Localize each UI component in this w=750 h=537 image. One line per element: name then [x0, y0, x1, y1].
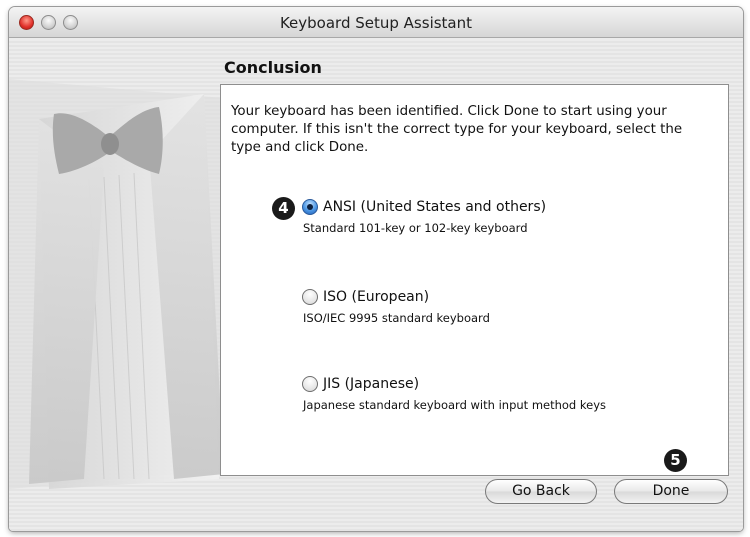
page-heading: Conclusion: [224, 58, 322, 77]
radio-ansi[interactable]: [302, 199, 318, 215]
option-desc-iso: ISO/IEC 9995 standard keyboard: [303, 311, 490, 325]
setup-assistant-window: Keyboard Setup Assistant Conclusion Your…: [9, 7, 743, 531]
option-desc-ansi: Standard 101-key or 102-key keyboard: [303, 221, 528, 235]
callout-badge-5: 5: [664, 449, 687, 472]
option-label-jis: JIS (Japanese): [323, 376, 420, 392]
intro-text: Your keyboard has been identified. Click…: [231, 104, 683, 155]
keyboard-option-iso[interactable]: ISO (European) ISO/IEC 9995 standard key…: [302, 287, 490, 325]
option-label-ansi: ANSI (United States and others): [323, 199, 547, 215]
content-panel: Your keyboard has been identified. Click…: [220, 84, 729, 476]
title-bar: Keyboard Setup Assistant: [9, 7, 743, 38]
keyboard-option-ansi[interactable]: ANSI (United States and others) Standard…: [302, 197, 546, 235]
window-title: Keyboard Setup Assistant: [279, 14, 473, 32]
callout-badge-4: 4: [272, 197, 295, 220]
option-label-iso: ISO (European): [323, 289, 430, 305]
radio-jis[interactable]: [302, 376, 318, 392]
tuxedo-illustration: [9, 79, 234, 489]
option-desc-jis: Japanese standard keyboard with input me…: [303, 398, 607, 412]
keyboard-option-jis[interactable]: JIS (Japanese) Japanese standard keyboar…: [302, 374, 606, 412]
radio-iso[interactable]: [302, 289, 318, 305]
done-button[interactable]: Done: [614, 479, 728, 504]
window-content: Conclusion Your keyboard has been identi…: [9, 39, 743, 531]
go-back-button[interactable]: Go Back: [485, 479, 597, 504]
